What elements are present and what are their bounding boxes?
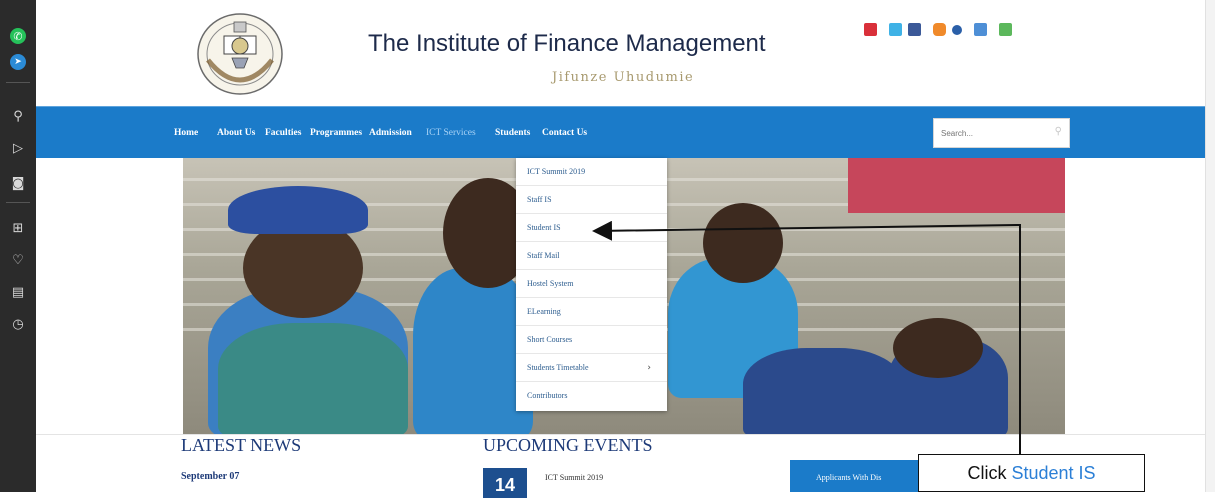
menu-item-hostel-system[interactable]: Hostel System (516, 270, 667, 298)
latest-news-heading: LATEST NEWS (181, 435, 302, 455)
sidebar-divider (6, 82, 30, 83)
clock-icon[interactable]: ◷ (8, 314, 28, 334)
page-scrollbar[interactable] (1205, 0, 1215, 492)
messenger-icon[interactable]: ➤ (10, 54, 26, 70)
browser-sidebar: ✆ ➤ ⚲ ▷ ◙ ⊞ ♡ ▤ ◷ (0, 0, 36, 492)
event-date-badge: 14 (483, 468, 527, 498)
news-date[interactable]: September 07 (181, 471, 239, 482)
nav-contact-us[interactable]: Contact Us (542, 128, 587, 138)
upcoming-events-heading: UPCOMING EVENTS (483, 435, 653, 455)
ict-services-dropdown: ICT Summit 2019 Staff IS Student IS Staf… (516, 158, 667, 411)
email-icon[interactable] (999, 23, 1012, 36)
site-tagline: Jifunze Uhudumie (552, 70, 695, 85)
nav-admission[interactable]: Admission (369, 128, 412, 138)
facebook-icon[interactable] (908, 23, 921, 36)
whatsapp-icon[interactable]: ✆ (10, 28, 26, 44)
search-box: ⚲ (933, 118, 1070, 148)
main-navbar: Home About Us Faculties Programmes Admis… (36, 106, 1205, 158)
youtube-icon[interactable] (864, 23, 877, 36)
chevron-right-icon: › (647, 363, 651, 373)
menu-item-ict-summit[interactable]: ICT Summit 2019 (516, 158, 667, 186)
event-title[interactable]: ICT Summit 2019 (545, 473, 603, 482)
monitor-icon[interactable] (974, 23, 987, 36)
institute-logo[interactable] (194, 10, 286, 98)
instagram-icon[interactable] (933, 23, 946, 36)
nav-home[interactable]: Home (174, 128, 198, 138)
search-input[interactable] (934, 119, 1034, 147)
sidebar-top-icon[interactable] (8, 0, 28, 8)
heart-icon[interactable]: ♡ (8, 250, 28, 270)
grid-icon[interactable]: ⊞ (8, 218, 28, 238)
site-title: The Institute of Finance Management (368, 30, 766, 57)
nav-programmes[interactable]: Programmes (310, 128, 362, 138)
callout-target: Student IS (1011, 463, 1096, 483)
news-icon[interactable]: ▤ (8, 282, 28, 302)
nav-ict-services[interactable]: ICT Services (426, 128, 476, 138)
nav-faculties[interactable]: Faculties (265, 128, 301, 138)
search-icon[interactable]: ⚲ (1055, 126, 1062, 137)
menu-item-contributors[interactable]: Contributors (516, 382, 667, 410)
send-icon[interactable]: ▷ (8, 138, 28, 158)
nav-about-us[interactable]: About Us (217, 128, 255, 138)
callout-prefix: Click (967, 463, 1012, 483)
menu-item-label: Students Timetable (527, 363, 589, 372)
instruction-callout: Click Student IS (918, 454, 1145, 492)
menu-item-staff-mail[interactable]: Staff Mail (516, 242, 667, 270)
social-links (864, 23, 1012, 36)
menu-item-elearning[interactable]: ELearning (516, 298, 667, 326)
search-icon[interactable]: ⚲ (8, 106, 28, 126)
sidebar-divider (6, 202, 30, 203)
flickr-icon[interactable] (952, 24, 962, 35)
menu-item-student-is[interactable]: Student IS (516, 214, 667, 242)
menu-item-short-courses[interactable]: Short Courses (516, 326, 667, 354)
twitter-icon[interactable] (889, 23, 902, 36)
menu-item-students-timetable[interactable]: Students Timetable › (516, 354, 667, 382)
camera-icon[interactable]: ◙ (8, 173, 28, 193)
nav-students[interactable]: Students (495, 128, 530, 138)
menu-item-staff-is[interactable]: Staff IS (516, 186, 667, 214)
